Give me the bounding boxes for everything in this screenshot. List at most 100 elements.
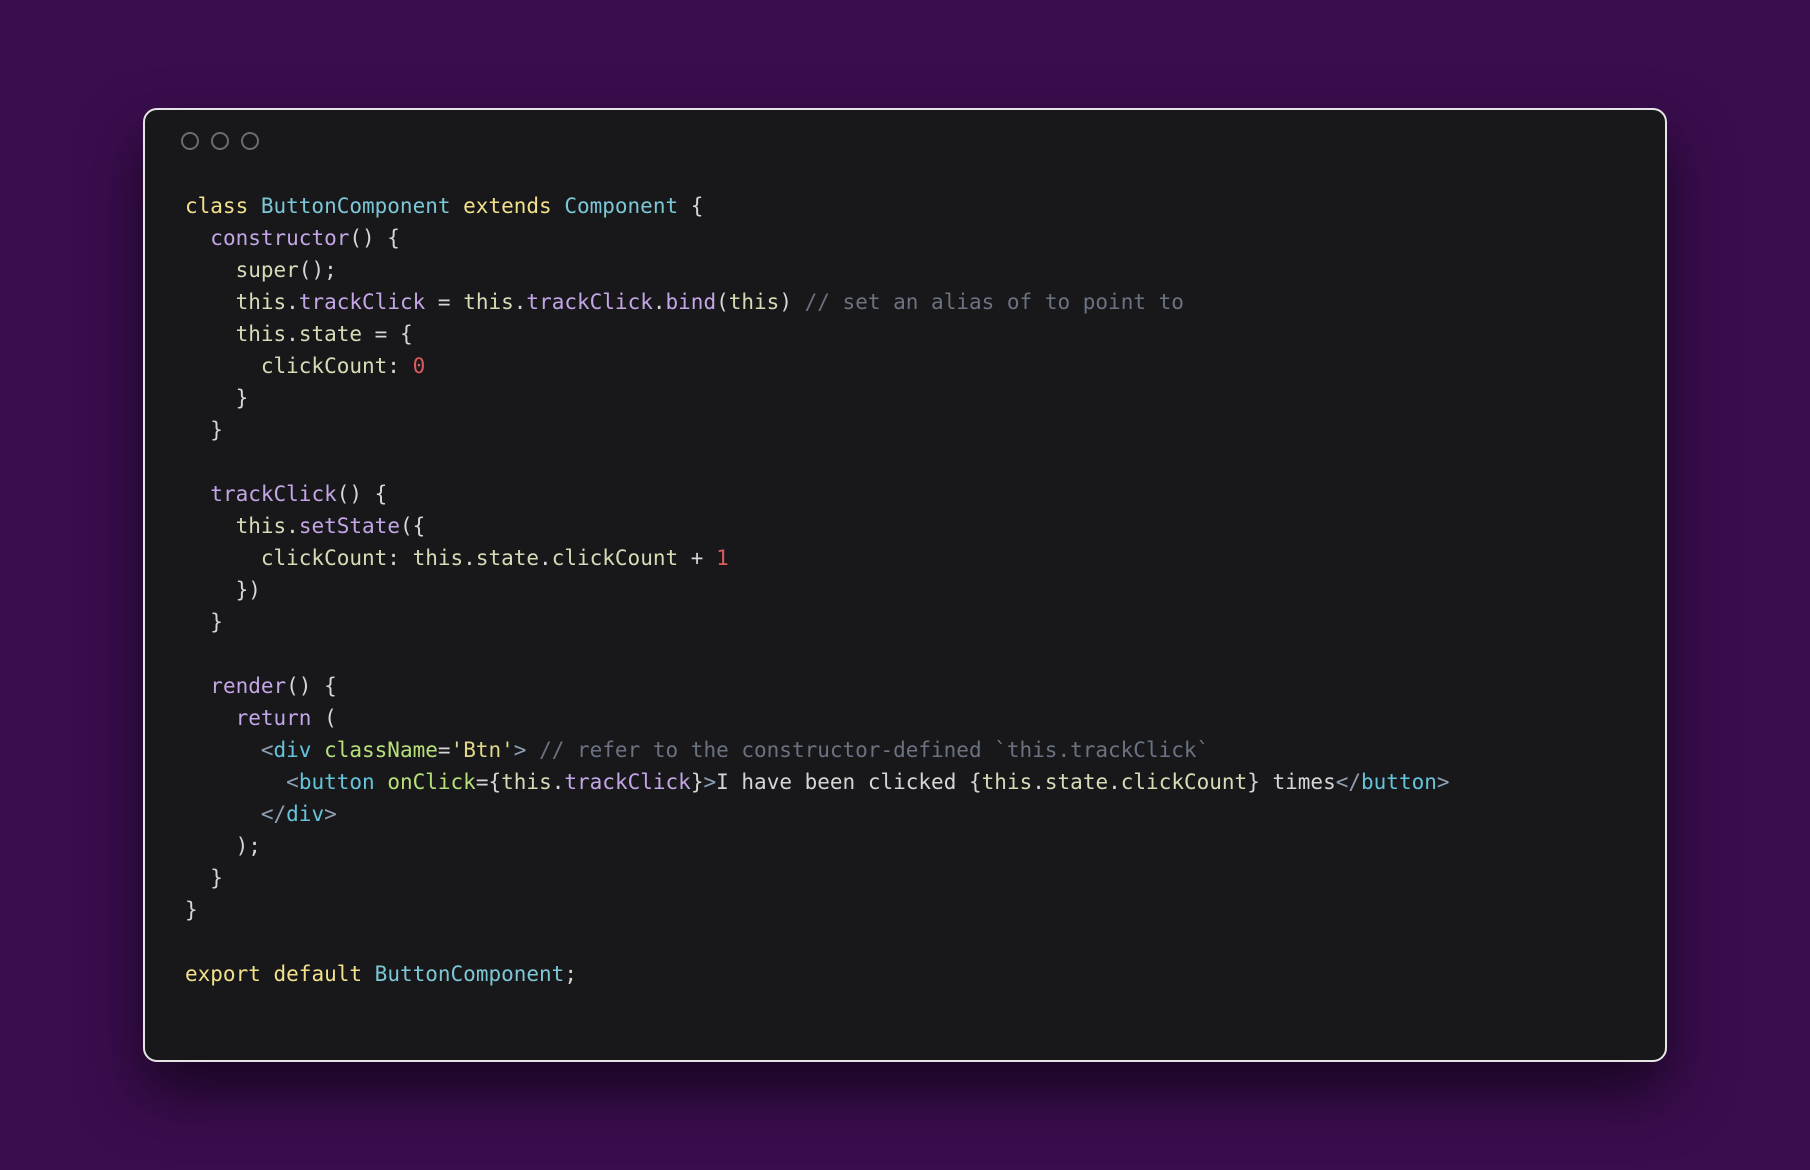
code-token: clickCount bbox=[261, 354, 387, 378]
code-token: = bbox=[438, 738, 451, 762]
code-token bbox=[185, 354, 261, 378]
code-token: constructor bbox=[210, 226, 349, 250]
code-token: this bbox=[236, 514, 287, 538]
code-token: state bbox=[476, 546, 539, 570]
code-token: < bbox=[261, 738, 274, 762]
code-token: = { bbox=[362, 322, 413, 346]
code-token bbox=[185, 226, 210, 250]
code-token: < bbox=[286, 770, 299, 794]
code-token bbox=[185, 514, 236, 538]
code-token: () { bbox=[337, 482, 388, 506]
code-token: . bbox=[539, 546, 552, 570]
code-token: . bbox=[514, 290, 527, 314]
code-token: clickCount bbox=[1121, 770, 1247, 794]
code-token: div bbox=[274, 738, 325, 762]
code-token: this bbox=[729, 290, 780, 314]
code-token: trackClick bbox=[210, 482, 336, 506]
code-token bbox=[185, 290, 236, 314]
code-token: state bbox=[299, 322, 362, 346]
code-token: (); bbox=[299, 258, 337, 282]
code-token: . bbox=[463, 546, 476, 570]
code-token bbox=[185, 258, 236, 282]
code-token: } bbox=[185, 418, 223, 442]
code-token: className bbox=[324, 738, 438, 762]
code-token: onClick bbox=[387, 770, 476, 794]
code-token: } bbox=[185, 866, 223, 890]
code-token: setState bbox=[299, 514, 400, 538]
code-window: class ButtonComponent extends Component … bbox=[143, 108, 1667, 1062]
code-token: . bbox=[653, 290, 666, 314]
code-token: ({ bbox=[400, 514, 425, 538]
code-token: clickCount bbox=[261, 546, 387, 570]
code-token bbox=[185, 738, 261, 762]
code-token: } bbox=[691, 770, 704, 794]
code-token: this bbox=[982, 770, 1033, 794]
code-block: class ButtonComponent extends Component … bbox=[177, 190, 1633, 990]
code-token: this bbox=[236, 322, 287, 346]
code-token: . bbox=[552, 770, 565, 794]
code-token: times bbox=[1260, 770, 1336, 794]
code-token: this bbox=[236, 290, 287, 314]
code-token: this bbox=[413, 546, 464, 570]
code-token: extends bbox=[463, 194, 564, 218]
code-token: // set an alias of to point to bbox=[805, 290, 1184, 314]
code-token: ={ bbox=[476, 770, 501, 794]
code-token: () { bbox=[286, 674, 337, 698]
minimize-icon[interactable] bbox=[211, 132, 229, 150]
code-token: state bbox=[1045, 770, 1108, 794]
code-token: bind bbox=[666, 290, 717, 314]
code-token: this bbox=[501, 770, 552, 794]
code-token: super bbox=[236, 258, 299, 282]
code-token: this bbox=[463, 290, 514, 314]
code-token: + bbox=[678, 546, 716, 570]
code-token: ( bbox=[324, 706, 337, 730]
code-token: trackClick bbox=[526, 290, 652, 314]
code-token: . bbox=[1108, 770, 1121, 794]
code-token: export bbox=[185, 962, 274, 986]
code-token: > bbox=[703, 770, 716, 794]
code-token: { bbox=[969, 770, 982, 794]
code-token: . bbox=[286, 514, 299, 538]
code-token: I have been clicked bbox=[716, 770, 969, 794]
code-token: . bbox=[286, 322, 299, 346]
code-token: : bbox=[387, 354, 412, 378]
code-token: . bbox=[1032, 770, 1045, 794]
code-token: trackClick bbox=[299, 290, 425, 314]
code-token: }) bbox=[185, 578, 261, 602]
code-token: } bbox=[185, 610, 223, 634]
code-token: ButtonComponent bbox=[375, 962, 565, 986]
code-token: Component bbox=[564, 194, 690, 218]
code-token: clickCount bbox=[552, 546, 678, 570]
code-token: ButtonComponent bbox=[261, 194, 463, 218]
code-token bbox=[185, 770, 286, 794]
code-token: ); bbox=[185, 834, 261, 858]
code-token: . bbox=[286, 290, 299, 314]
maximize-icon[interactable] bbox=[241, 132, 259, 150]
code-token: ; bbox=[564, 962, 577, 986]
window-controls bbox=[181, 132, 1633, 150]
code-token: } bbox=[1247, 770, 1260, 794]
code-token: { bbox=[691, 194, 704, 218]
code-token bbox=[185, 546, 261, 570]
code-token: } bbox=[185, 386, 248, 410]
code-token: trackClick bbox=[564, 770, 690, 794]
code-token: // refer to the constructor-defined `thi… bbox=[539, 738, 1209, 762]
code-token: </ bbox=[1336, 770, 1361, 794]
code-token bbox=[185, 482, 210, 506]
code-token: 0 bbox=[413, 354, 426, 378]
code-token: > bbox=[1437, 770, 1450, 794]
code-token: > bbox=[514, 738, 527, 762]
code-token: 1 bbox=[716, 546, 729, 570]
code-token: </ bbox=[261, 802, 286, 826]
code-token: ( bbox=[716, 290, 729, 314]
code-token: 'Btn' bbox=[451, 738, 514, 762]
code-token: class bbox=[185, 194, 261, 218]
code-token bbox=[185, 706, 236, 730]
code-token: button bbox=[299, 770, 388, 794]
code-token: () { bbox=[349, 226, 400, 250]
code-token: return bbox=[236, 706, 325, 730]
code-token bbox=[526, 738, 539, 762]
code-token: render bbox=[210, 674, 286, 698]
code-token: > bbox=[324, 802, 337, 826]
close-icon[interactable] bbox=[181, 132, 199, 150]
